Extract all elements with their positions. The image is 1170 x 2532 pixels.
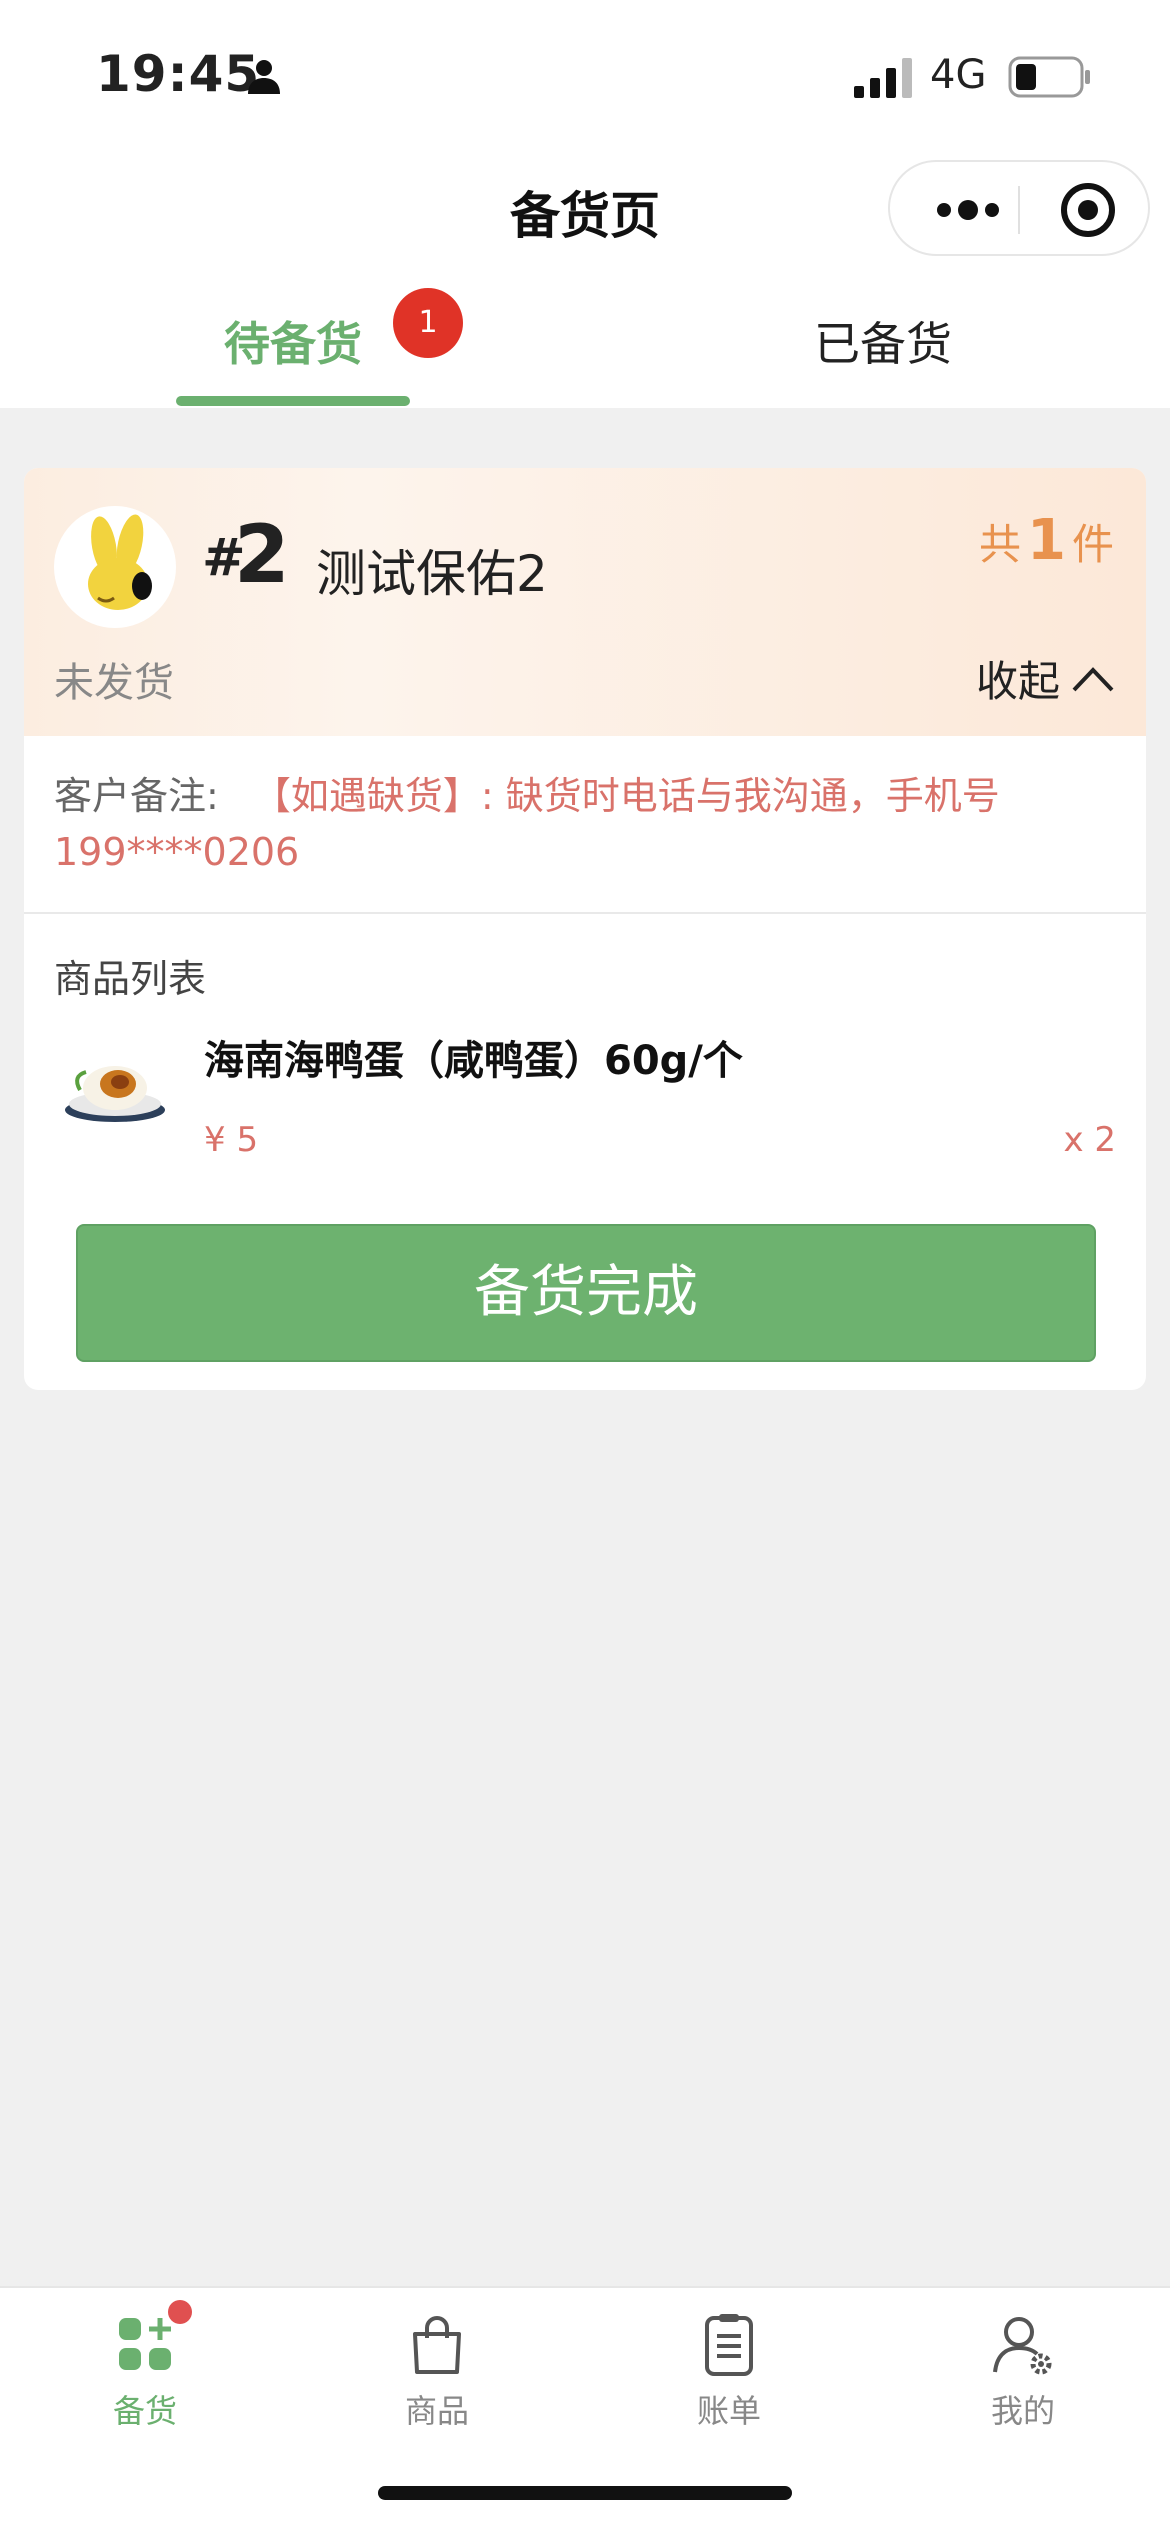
product-name: 海南海鸭蛋（咸鸭蛋）60g/个 — [204, 1038, 743, 1084]
app-screen: 19:45 4G 备货页 待备货 1 已备货 # 2 测试保佑2 共 1 件 未… — [0, 0, 1170, 2532]
tab-done[interactable]: 已备货 — [814, 308, 952, 374]
collapse-button[interactable]: 收起 — [976, 648, 1116, 709]
product-quantity: x 2 — [1063, 1120, 1116, 1160]
product-image — [65, 1066, 165, 1122]
chevron-up-icon — [1072, 666, 1114, 691]
status-bar: 19:45 4G — [0, 0, 1170, 150]
order-card: # 2 测试保佑2 共1件 未发货 收起 客户备注: 【如遇缺货】: 缺货时电话与… — [24, 468, 1146, 1390]
stock-done-button[interactable]: 备货完成 — [76, 1224, 1096, 1362]
nav-bar: 备货页 — [0, 150, 1170, 270]
tabbar-item-products[interactable]: 商品 — [362, 2308, 512, 2432]
item-count: 共1件 — [979, 508, 1114, 573]
status-time: 19:45 — [96, 45, 261, 103]
close-target-icon[interactable] — [1058, 180, 1118, 240]
remark-label: 客户备注: — [54, 774, 219, 818]
signal-icon — [854, 58, 912, 98]
tabbar-label-mine: 我的 — [990, 2392, 1055, 2430]
avatar — [54, 506, 176, 628]
product-list-title: 商品列表 — [54, 957, 207, 1001]
network-label: 4G — [930, 52, 987, 98]
tab-pending[interactable]: 待备货 — [224, 308, 362, 374]
tabbar-label-bills: 账单 — [696, 2392, 761, 2430]
user-settings-icon — [993, 2317, 1052, 2375]
tab-pending-badge: 1 — [393, 288, 463, 358]
shipping-status: 未发货 — [54, 660, 174, 706]
tabbar-item-stock[interactable]: 备货 — [70, 2300, 220, 2432]
item-count-prefix: 共 — [979, 520, 1022, 569]
person-icon — [248, 60, 280, 94]
mini-program-capsule — [888, 160, 1150, 256]
tabbar-label-stock: 备货 — [112, 2392, 177, 2430]
order-card-header: # 2 测试保佑2 共1件 未发货 收起 — [24, 468, 1146, 736]
product-price: ¥ 5 — [204, 1120, 259, 1160]
battery-icon — [1008, 56, 1090, 98]
order-number: 2 — [234, 508, 290, 601]
tabbar-item-mine[interactable]: 我的 — [948, 2308, 1098, 2432]
collapse-label: 收起 — [975, 657, 1060, 706]
bag-icon — [413, 2316, 461, 2374]
home-indicator[interactable] — [378, 2486, 792, 2500]
customer-remark: 客户备注: 【如遇缺货】: 缺货时电话与我沟通，手机号199****0206 — [54, 768, 1114, 880]
capsule-divider — [1018, 186, 1020, 234]
customer-name: 测试保佑2 — [316, 545, 548, 603]
tab-active-indicator — [176, 396, 410, 406]
clipboard-icon — [705, 2314, 753, 2376]
divider — [24, 912, 1146, 914]
tabbar-item-bills[interactable]: 账单 — [654, 2308, 804, 2432]
tabbar-label-products: 商品 — [404, 2392, 469, 2430]
tab-bar: 待备货 1 已备货 — [0, 270, 1170, 408]
item-count-suffix: 件 — [1071, 520, 1114, 569]
item-count-number: 1 — [1027, 508, 1066, 573]
notification-dot — [168, 2300, 192, 2324]
more-icon[interactable] — [928, 190, 1028, 230]
